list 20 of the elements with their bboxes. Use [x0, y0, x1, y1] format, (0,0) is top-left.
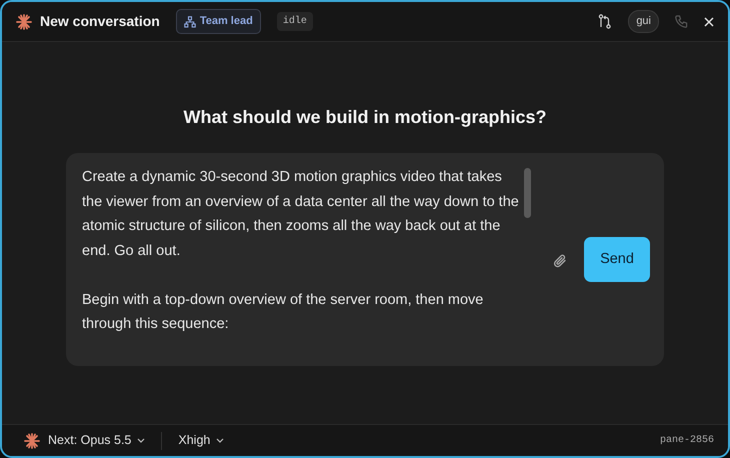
prompt-heading: What should we build in motion-graphics? — [184, 106, 546, 129]
pane-id: pane-2856 — [660, 434, 714, 448]
scrollbar-thumb[interactable] — [524, 168, 531, 218]
sunburst-icon — [16, 14, 32, 30]
conversation-title: New conversation — [40, 12, 160, 31]
model-dropdown[interactable]: Next: Opus 5.5 — [48, 431, 146, 450]
branch-icon[interactable] — [598, 14, 612, 29]
team-lead-badge[interactable]: Team lead — [176, 9, 261, 34]
message-field[interactable]: Create a dynamic 30-second 3D motion graphics video that takes the viewer from an overview of a data center all the way down to the atomic structure of silicon, then zooms all the way back out at the end. Go all out. Begin with a top-down overview of the server room, then move through this sequence: Send — [66, 153, 664, 366]
caret-icon — [216, 438, 224, 443]
branch-chip[interactable]: gui — [628, 10, 659, 33]
sunburst-icon — [24, 432, 40, 448]
caret-icon — [137, 438, 146, 443]
attach-icon[interactable] — [553, 253, 568, 269]
effort-dropdown[interactable]: Xhigh — [178, 431, 224, 450]
phone-icon[interactable] — [675, 15, 688, 28]
status-label: idle — [276, 12, 313, 31]
close-icon[interactable] — [704, 16, 714, 26]
hierarchy-icon — [184, 16, 196, 28]
send-button[interactable]: Send — [584, 237, 650, 282]
